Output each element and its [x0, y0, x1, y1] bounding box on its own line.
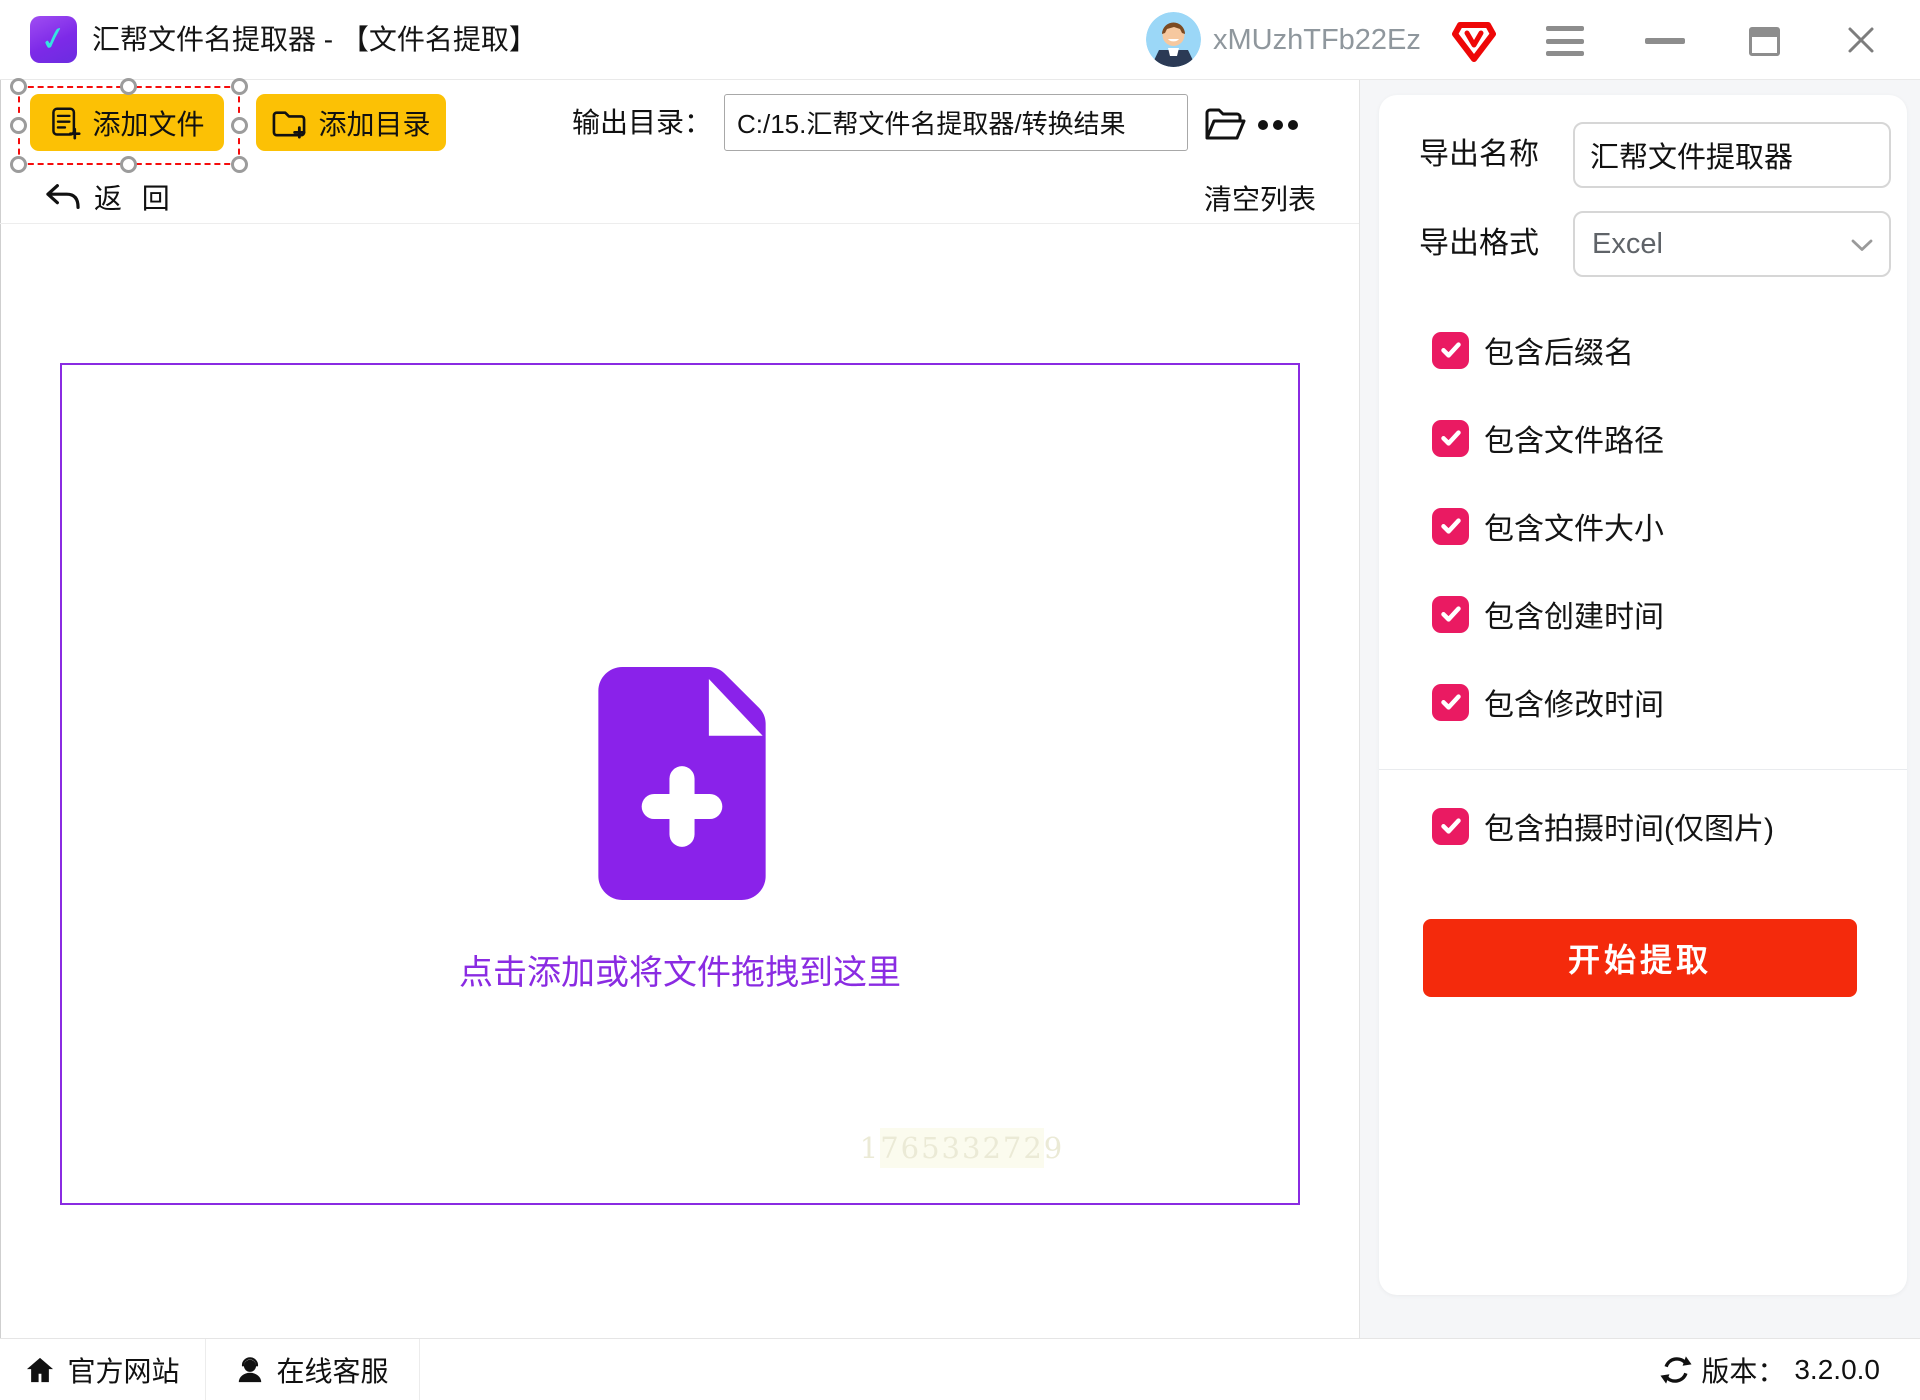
- file-dropzone[interactable]: 点击添加或将文件拖拽到这里 1765332729: [60, 363, 1300, 1205]
- close-button[interactable]: [1846, 25, 1876, 55]
- option-include-size[interactable]: 包含文件大小: [1432, 507, 1664, 545]
- option-label: 包含拍摄时间(仅图片): [1484, 804, 1774, 848]
- option-label: 包含文件大小: [1484, 504, 1664, 548]
- selection-handle[interactable]: [231, 156, 248, 173]
- option-include-created-time[interactable]: 包含创建时间: [1432, 595, 1664, 633]
- version-value: 3.2.0.0: [1794, 1354, 1880, 1386]
- selection-handle[interactable]: [10, 78, 27, 95]
- window-title: 汇帮文件名提取器 - 【文件名提取】: [92, 0, 537, 80]
- customer-service-icon: [236, 1356, 264, 1384]
- official-site-label: 官方网站: [67, 1350, 179, 1390]
- folder-plus-icon: [271, 107, 307, 139]
- options-divider: [1379, 769, 1907, 770]
- add-files-button[interactable]: 添加文件: [30, 94, 224, 151]
- selection-handle[interactable]: [120, 156, 137, 173]
- vip-badge-icon[interactable]: [1452, 21, 1496, 63]
- titlebar: ✓ 汇帮文件名提取器 - 【文件名提取】 xMUzhTFb22Ez: [0, 0, 1920, 80]
- avatar-image: [1146, 12, 1201, 67]
- checkbox-checked-icon: [1432, 508, 1469, 545]
- option-label: 包含创建时间: [1484, 592, 1664, 636]
- checkbox-checked-icon: [1432, 332, 1469, 369]
- version-info: 版本： 3.2.0.0: [1660, 1339, 1880, 1400]
- home-icon: [25, 1356, 55, 1384]
- back-arrow-icon: [44, 181, 82, 213]
- checkbox-checked-icon: [1432, 808, 1469, 845]
- option-label: 包含文件路径: [1484, 416, 1664, 460]
- selection-handle[interactable]: [10, 156, 27, 173]
- menu-button[interactable]: [1546, 26, 1584, 56]
- output-dir-input[interactable]: [724, 94, 1188, 151]
- start-extract-button[interactable]: 开始提取: [1423, 919, 1857, 997]
- clear-list-button[interactable]: 清空列表: [1204, 178, 1316, 218]
- minimize-button[interactable]: [1645, 38, 1685, 44]
- add-folder-button[interactable]: 添加目录: [256, 94, 446, 151]
- selection-handle[interactable]: [10, 117, 27, 134]
- close-icon: [1846, 25, 1876, 55]
- official-site-link[interactable]: 官方网站: [0, 1339, 206, 1400]
- add-folder-label: 添加目录: [318, 103, 430, 143]
- export-format-select[interactable]: Excel: [1573, 211, 1891, 277]
- more-options-button[interactable]: [1256, 118, 1300, 134]
- online-support-label: 在线客服: [276, 1350, 388, 1390]
- footer: 官方网站 在线客服 版本： 3.2.0.0: [0, 1338, 1920, 1400]
- settings-card: 导出名称 导出格式 Excel 包含后缀名 包含文件路径: [1379, 95, 1907, 1295]
- chevron-down-icon: [1851, 239, 1873, 252]
- back-label: 返 回: [94, 177, 176, 217]
- file-plus-icon: [592, 667, 772, 900]
- option-include-photo-time[interactable]: 包含拍摄时间(仅图片): [1432, 807, 1774, 845]
- version-label: 版本：: [1701, 1350, 1785, 1390]
- checkbox-checked-icon: [1432, 684, 1469, 721]
- browse-folder-button[interactable]: [1203, 106, 1247, 144]
- option-label: 包含修改时间: [1484, 680, 1664, 724]
- option-include-path[interactable]: 包含文件路径: [1432, 419, 1664, 457]
- checkbox-checked-icon: [1432, 420, 1469, 457]
- maximize-button[interactable]: [1749, 27, 1780, 56]
- open-folder-icon: [1203, 106, 1247, 144]
- toolbar-divider: [0, 223, 1359, 224]
- option-label: 包含后缀名: [1484, 328, 1634, 372]
- selection-handle[interactable]: [231, 117, 248, 134]
- export-format-label: 导出格式: [1419, 211, 1539, 277]
- add-files-label: 添加文件: [92, 103, 204, 143]
- export-name-label: 导出名称: [1419, 122, 1539, 188]
- app-window: ✓ 汇帮文件名提取器 - 【文件名提取】 xMUzhTFb22Ez: [0, 0, 1920, 1400]
- back-button[interactable]: 返 回: [44, 178, 176, 216]
- refresh-icon[interactable]: [1660, 1354, 1692, 1386]
- selection-handle[interactable]: [120, 78, 137, 95]
- export-format-value: Excel: [1592, 213, 1663, 275]
- dropzone-hint: 点击添加或将文件拖拽到这里: [62, 945, 1298, 994]
- option-include-modified-time[interactable]: 包含修改时间: [1432, 683, 1664, 721]
- ellipsis-icon: [1256, 118, 1300, 132]
- checkbox-checked-icon: [1432, 596, 1469, 633]
- online-support-link[interactable]: 在线客服: [206, 1339, 420, 1400]
- settings-sidebar: 导出名称 导出格式 Excel 包含后缀名 包含文件路径: [1359, 80, 1920, 1338]
- option-include-extension[interactable]: 包含后缀名: [1432, 331, 1634, 369]
- watermark: 1765332729: [880, 1128, 1044, 1168]
- user-avatar[interactable]: [1146, 12, 1201, 67]
- app-logo-icon: ✓: [30, 16, 77, 63]
- export-name-input[interactable]: [1573, 122, 1891, 188]
- output-dir-label: 输出目录：: [572, 94, 712, 151]
- document-plus-icon: [49, 106, 81, 140]
- selection-handle[interactable]: [231, 78, 248, 95]
- username: xMUzhTFb22Ez: [1213, 0, 1421, 80]
